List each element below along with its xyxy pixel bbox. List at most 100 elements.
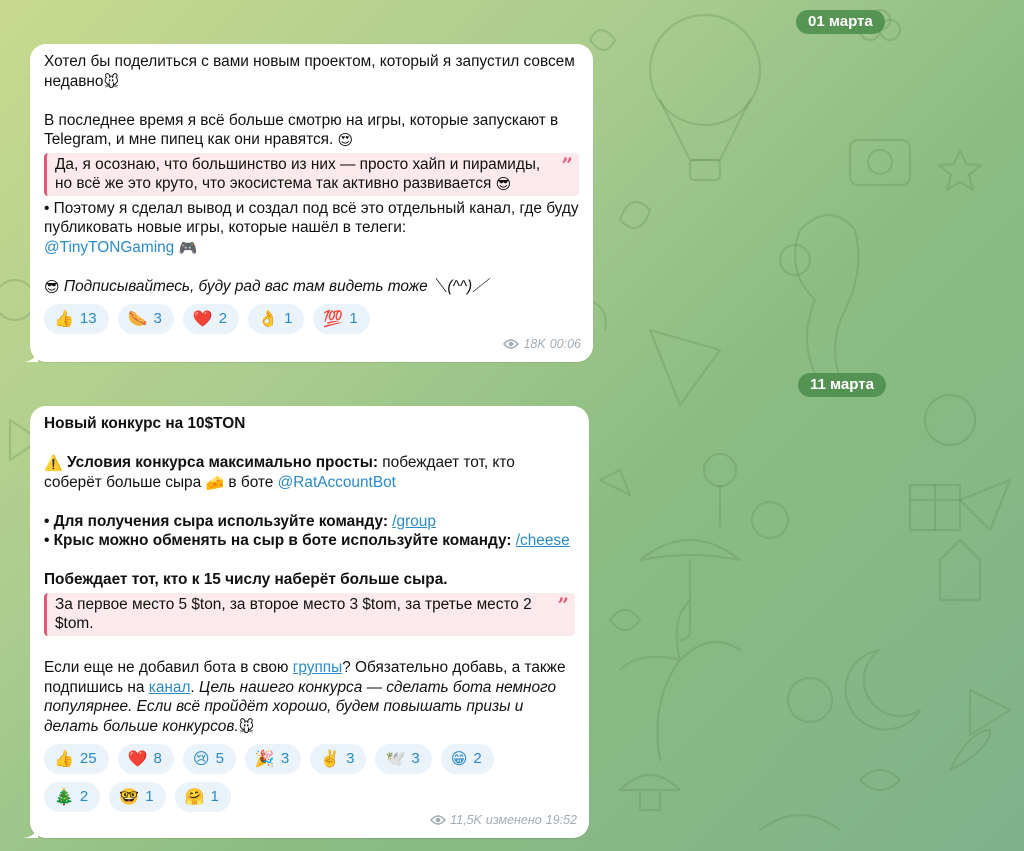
date-separator: 11 марта: [798, 373, 886, 397]
hugging-face-icon: 🤗: [184, 787, 205, 807]
channel-post[interactable]: Хотел бы поделиться с вами новым проекто…: [22, 44, 593, 362]
post-paragraph: Хотел бы поделиться с вами новым проекто…: [44, 52, 579, 91]
conditions-heading: Условия конкурса максимально просты:: [66, 454, 379, 471]
reaction-count: 3: [280, 750, 290, 768]
reaction-count: 2: [79, 788, 89, 806]
quote-mark-icon: ”: [557, 592, 569, 617]
party-popper-icon: 🎉: [254, 749, 275, 769]
post-paragraph: ⚠️ Условия конкурса максимально просты: …: [44, 453, 575, 492]
nerd-face-icon: 🤓: [119, 787, 140, 807]
reaction-count: 1: [284, 310, 293, 328]
channel-mention-link[interactable]: @TinyTONGaming: [44, 239, 174, 256]
bot-mention-link[interactable]: @RatAccountBot: [278, 474, 396, 491]
post-paragraph: Если еще не добавил бота в свою группы? …: [44, 658, 575, 736]
quote-text: За первое место 5 $ton, за второе место …: [55, 595, 532, 633]
post-paragraph: 😎 Подписывайтесь, буду рад вас там видет…: [44, 277, 579, 297]
reaction-chip[interactable]: 👌 1: [248, 304, 305, 334]
grinning-face-icon: 😁: [450, 749, 468, 769]
reaction-count: 8: [153, 750, 162, 768]
reaction-chip[interactable]: 😁 2: [440, 744, 494, 774]
command-link-group[interactable]: /group: [392, 513, 436, 530]
cheese-emoji-icon: 🧀: [205, 473, 225, 492]
bubble-tail-icon: [22, 346, 38, 362]
reaction-count: 1: [210, 788, 219, 806]
reaction-chip[interactable]: 🎄 2: [44, 782, 101, 812]
eye-icon: [430, 815, 447, 825]
groups-link[interactable]: группы: [293, 659, 342, 676]
view-count: 11,5K: [450, 812, 482, 827]
gamepad-emoji-icon: 🎮: [178, 238, 198, 257]
reaction-chip[interactable]: 👍 25: [44, 744, 109, 774]
command-link-cheese[interactable]: /cheese: [516, 532, 570, 549]
reaction-count: 13: [79, 310, 97, 328]
sunglasses-emoji-icon: 😎: [495, 175, 512, 193]
mouse-emoji-icon: 🐭: [103, 72, 120, 91]
heart-eyes-emoji-icon: 😍: [337, 131, 354, 149]
rule-text: • Крыс можно обменять на сыр в боте испо…: [44, 532, 512, 549]
reaction-chip[interactable]: 🤗 1: [174, 782, 231, 812]
bubble-tail-icon: [22, 822, 38, 838]
post-paragraph: • Поэтому я сделал вывод и создал под вс…: [44, 199, 579, 258]
reaction-count: 2: [218, 310, 228, 328]
rule-text: • Для получения сыра используйте команду…: [44, 512, 388, 530]
quote-mark-icon: ”: [561, 152, 573, 177]
post-text: В последнее время я всё больше смотрю на…: [44, 111, 559, 149]
post-text: Хотел бы поделиться с вами новым проекто…: [44, 53, 575, 90]
reaction-chip[interactable]: 🤓 1: [109, 782, 166, 812]
post-paragraph: • Для получения сыра используйте команду…: [44, 512, 575, 551]
post-meta: 18K 00:06: [503, 335, 581, 355]
reaction-chip[interactable]: ❤️ 2: [182, 304, 240, 334]
reaction-count: 1: [145, 788, 154, 806]
reaction-chip[interactable]: 😢 5: [182, 744, 236, 774]
reaction-chip[interactable]: 🎉 3: [244, 744, 302, 774]
heart-icon: ❤️: [192, 309, 213, 329]
reaction-count: 1: [349, 310, 358, 328]
reaction-count: 5: [215, 750, 224, 768]
reaction-chip[interactable]: 💯 1: [313, 304, 370, 334]
post-text: .: [190, 678, 195, 696]
post-italic-text: Подписывайтесь, буду рад вас там видеть …: [63, 277, 488, 295]
post-time: 00:06: [549, 336, 581, 351]
christmas-tree-icon: 🎄: [54, 787, 74, 807]
hundred-icon: 💯: [323, 309, 344, 329]
channel-post[interactable]: Новый конкурс на 10$TON ⚠️ Условия конку…: [22, 406, 589, 838]
warning-icon: ⚠️: [44, 454, 63, 472]
mouse-emoji-icon: 🐭: [238, 717, 255, 736]
edited-label: изменено: [485, 812, 542, 827]
sunglasses-emoji-icon: 😎: [44, 277, 60, 296]
post-meta: 11,5K изменено 19:52: [430, 811, 577, 831]
reaction-count: 3: [346, 750, 355, 768]
reaction-chip[interactable]: 👍 13: [44, 304, 109, 334]
post-text: Если еще не добавил бота в свою: [44, 659, 289, 676]
reaction-count: 3: [411, 750, 420, 768]
dove-icon: 🕊️: [385, 749, 406, 769]
thumbs-up-icon: 👍: [54, 309, 74, 329]
reaction-chip[interactable]: ✌️ 3: [310, 744, 367, 774]
post-paragraph: В последнее время я всё больше смотрю на…: [44, 111, 579, 150]
post-time: 19:52: [545, 812, 577, 827]
thumbs-up-icon: 👍: [54, 749, 74, 769]
reaction-count: 3: [153, 310, 162, 328]
post-text: в боте: [228, 473, 274, 491]
reaction-count: 2: [473, 750, 482, 768]
victory-hand-icon: ✌️: [320, 749, 341, 769]
reaction-chip[interactable]: 🌭 3: [117, 304, 174, 334]
reaction-chip[interactable]: 🕊️ 3: [375, 744, 432, 774]
blockquote: Да, я осознаю, что большинство из них — …: [44, 152, 579, 196]
view-count: 18K: [523, 336, 546, 351]
crying-face-icon: 😢: [192, 749, 210, 769]
reaction-count: 25: [79, 750, 97, 768]
date-separator: 01 марта: [796, 10, 885, 34]
quote-text: Да, я осознаю, что большинство из них — …: [55, 155, 541, 193]
heart-icon: ❤️: [127, 749, 148, 769]
eye-icon: [503, 339, 520, 349]
winner-text: Побеждает тот, кто к 15 числу наберёт бо…: [44, 571, 448, 588]
blockquote: За первое место 5 $ton, за второе место …: [44, 592, 575, 636]
reactions-bar: 👍 25 ❤️ 8 😢 5 🎉 3 ✌️ 3 🕊️ 3 😁 2 🎄 2 🤓 1 🤗 1: [44, 744, 554, 812]
channel-link[interactable]: канал: [149, 679, 191, 696]
post-text: • Поэтому я сделал вывод и создал под вс…: [44, 199, 579, 237]
post-title: Новый конкурс на 10$TON: [44, 415, 246, 432]
ok-hand-icon: 👌: [258, 309, 279, 329]
hotdog-icon: 🌭: [127, 309, 148, 329]
reaction-chip[interactable]: ❤️ 8: [117, 744, 174, 774]
